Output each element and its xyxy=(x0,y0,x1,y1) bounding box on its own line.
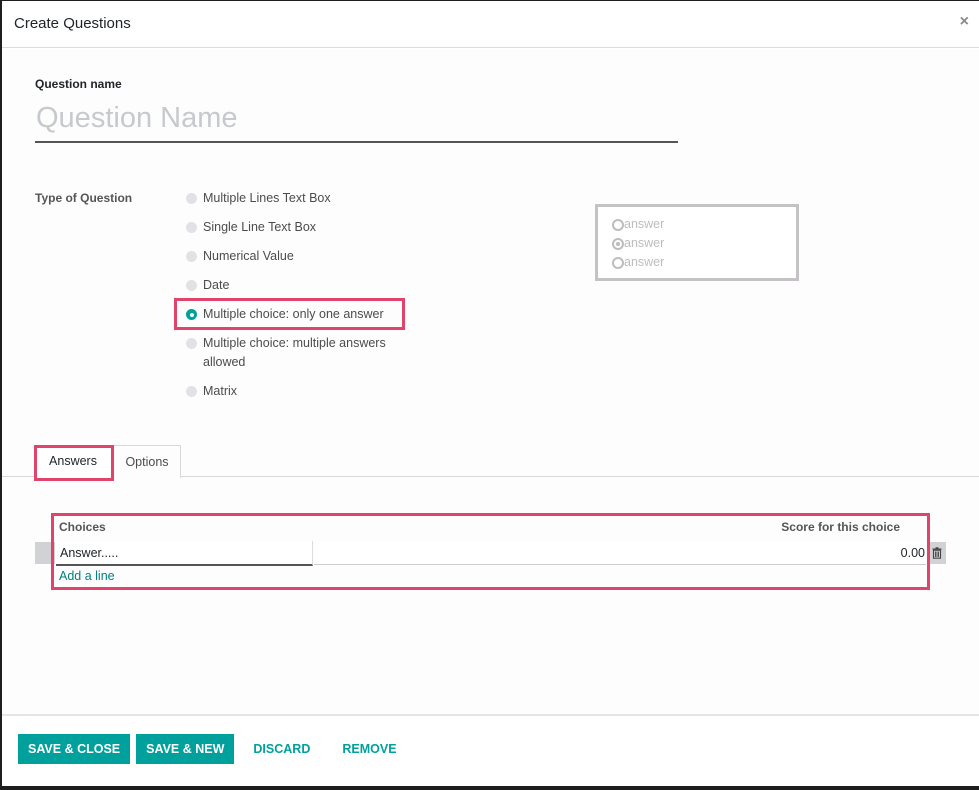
answer-choice-input[interactable] xyxy=(56,541,313,566)
radio-button-icon xyxy=(186,280,197,291)
remove-button[interactable]: REMOVE xyxy=(329,734,409,764)
radio-label: Multiple choice: multiple answers allowe… xyxy=(203,336,386,369)
question-type-preview: answer answer answer xyxy=(595,204,799,281)
radio-multiple-choice-multiple-answers[interactable]: Multiple choice: multiple answers allowe… xyxy=(185,334,405,372)
question-type-radio-group: Multiple Lines Text Box Single Line Text… xyxy=(185,189,405,411)
radio-button-icon xyxy=(186,386,197,397)
trash-icon[interactable] xyxy=(928,542,946,564)
score-cell[interactable]: 0.00 xyxy=(314,541,926,565)
dialog-title: Create Questions xyxy=(14,15,131,32)
radio-button-icon xyxy=(186,338,197,349)
dialog-header: Create Questions × xyxy=(2,1,979,48)
radio-multiple-choice-one-answer[interactable]: Multiple choice: only one answer xyxy=(185,305,405,324)
save-and-new-button[interactable]: SAVE & NEW xyxy=(136,734,235,764)
add-a-line-link[interactable]: Add a line xyxy=(59,569,115,583)
trash-icon-glyph xyxy=(932,547,942,559)
column-header-choices: Choices xyxy=(59,520,106,534)
preview-option: answer xyxy=(612,253,796,272)
column-header-score: Score for this choice xyxy=(781,520,900,534)
preview-option: answer xyxy=(612,215,796,234)
radio-single-line-text-box[interactable]: Single Line Text Box xyxy=(185,218,405,237)
preview-option: answer xyxy=(612,234,796,253)
radio-button-icon xyxy=(186,193,197,204)
preview-radio-icon xyxy=(612,256,624,269)
radio-button-icon xyxy=(186,222,197,233)
radio-label: Matrix xyxy=(203,384,238,398)
dialog-footer: SAVE & CLOSE SAVE & NEW DISCARD REMOVE xyxy=(18,734,416,764)
preview-radio-icon xyxy=(612,218,624,231)
radio-label: Multiple choice: only one answer xyxy=(203,307,384,321)
radio-label: Date xyxy=(203,278,230,292)
radio-label: Single Line Text Box xyxy=(203,220,317,234)
create-questions-dialog: Create Questions × Question name Type of… xyxy=(2,1,979,786)
dialog-body: Question name Type of Question Multiple … xyxy=(2,49,979,716)
radio-date[interactable]: Date xyxy=(185,276,405,295)
question-name-input[interactable] xyxy=(35,95,678,143)
question-name-label: Question name xyxy=(35,77,122,91)
radio-matrix[interactable]: Matrix xyxy=(185,382,405,401)
preview-radio-checked-icon xyxy=(612,237,624,250)
tab-answers[interactable]: Answers xyxy=(35,445,111,478)
radio-multiple-lines-text-box[interactable]: Multiple Lines Text Box xyxy=(185,189,405,208)
row-handle[interactable] xyxy=(35,542,55,564)
save-and-close-button[interactable]: SAVE & CLOSE xyxy=(18,734,131,764)
tab-options[interactable]: Options xyxy=(113,445,181,478)
notebook-tabs: Answers Options xyxy=(2,445,979,478)
radio-button-icon xyxy=(186,251,197,262)
close-icon[interactable]: × xyxy=(960,13,969,31)
discard-button[interactable]: DISCARD xyxy=(240,734,323,764)
type-of-question-label: Type of Question xyxy=(35,191,133,205)
radio-button-checked-icon xyxy=(186,309,197,320)
radio-label: Numerical Value xyxy=(203,249,294,263)
radio-numerical-value[interactable]: Numerical Value xyxy=(185,247,405,266)
radio-label: Multiple Lines Text Box xyxy=(203,191,331,205)
